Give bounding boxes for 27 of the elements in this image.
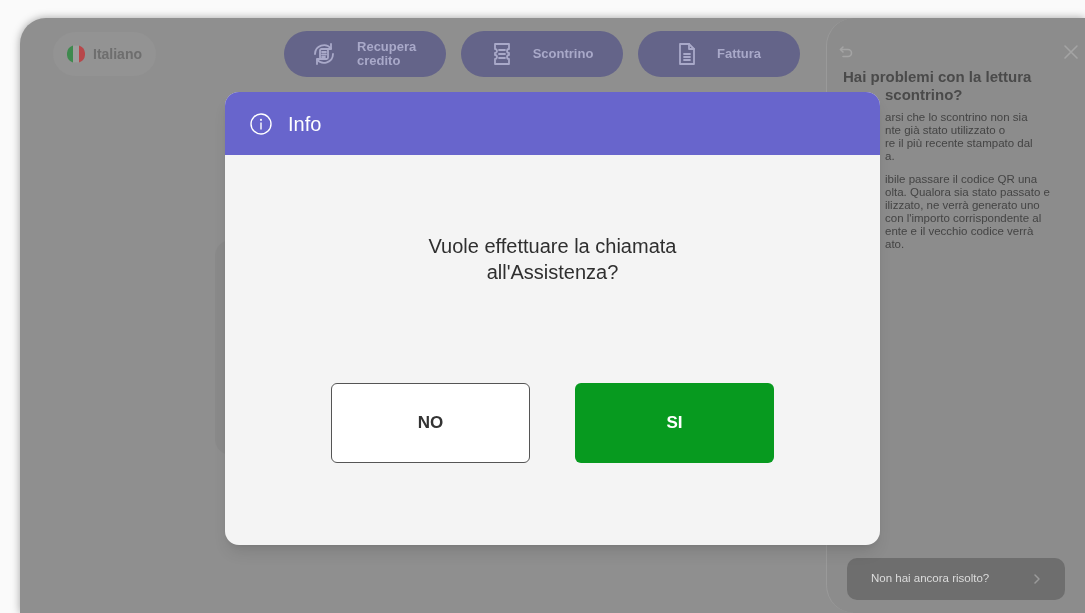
info-icon	[250, 112, 272, 135]
document-icon	[677, 42, 697, 66]
help-text: arsi che lo scontrino non sia	[885, 111, 1029, 124]
help-button[interactable]: Non hai ancora risolto?	[847, 558, 1065, 600]
help-text: a.	[885, 150, 896, 163]
help-text: ibile passare il codice QR una	[885, 173, 1039, 186]
confirm-button[interactable]: SI	[575, 383, 774, 463]
help-text: olta. Qualora sia stato passato e	[885, 186, 1051, 199]
nav-button[interactable]: Fattura	[638, 31, 800, 77]
close-icon[interactable]	[1063, 44, 1079, 60]
help-text: ato.	[885, 238, 906, 251]
help-text: re il più recente stampato dal	[885, 137, 1034, 150]
cancel-button[interactable]: NO	[331, 383, 530, 463]
help-text: ilizzato, ne verrà generato uno	[885, 199, 1041, 212]
help-text: nte già stato utilizzato o	[885, 124, 1007, 137]
panel-title: Hai problemi con la lettura	[842, 68, 1033, 86]
panel-title: scontrino?	[884, 86, 964, 104]
chevron-right-icon	[1033, 573, 1041, 585]
dialog-message: Vuole effettuare la chiamata all'Assistenza?	[427, 234, 678, 285]
help-text: con l'importo corrispondente al	[885, 212, 1043, 225]
refresh-document-icon	[311, 41, 337, 67]
back-icon[interactable]	[839, 45, 853, 59]
help-text: ente e il vecchio codice verrà	[885, 225, 1035, 238]
nav-button[interactable]: Scontrino	[461, 31, 623, 77]
flag-icon	[67, 45, 85, 63]
nav-button[interactable]: Recupera credito	[284, 31, 446, 77]
dialog-title: Info	[288, 111, 322, 137]
